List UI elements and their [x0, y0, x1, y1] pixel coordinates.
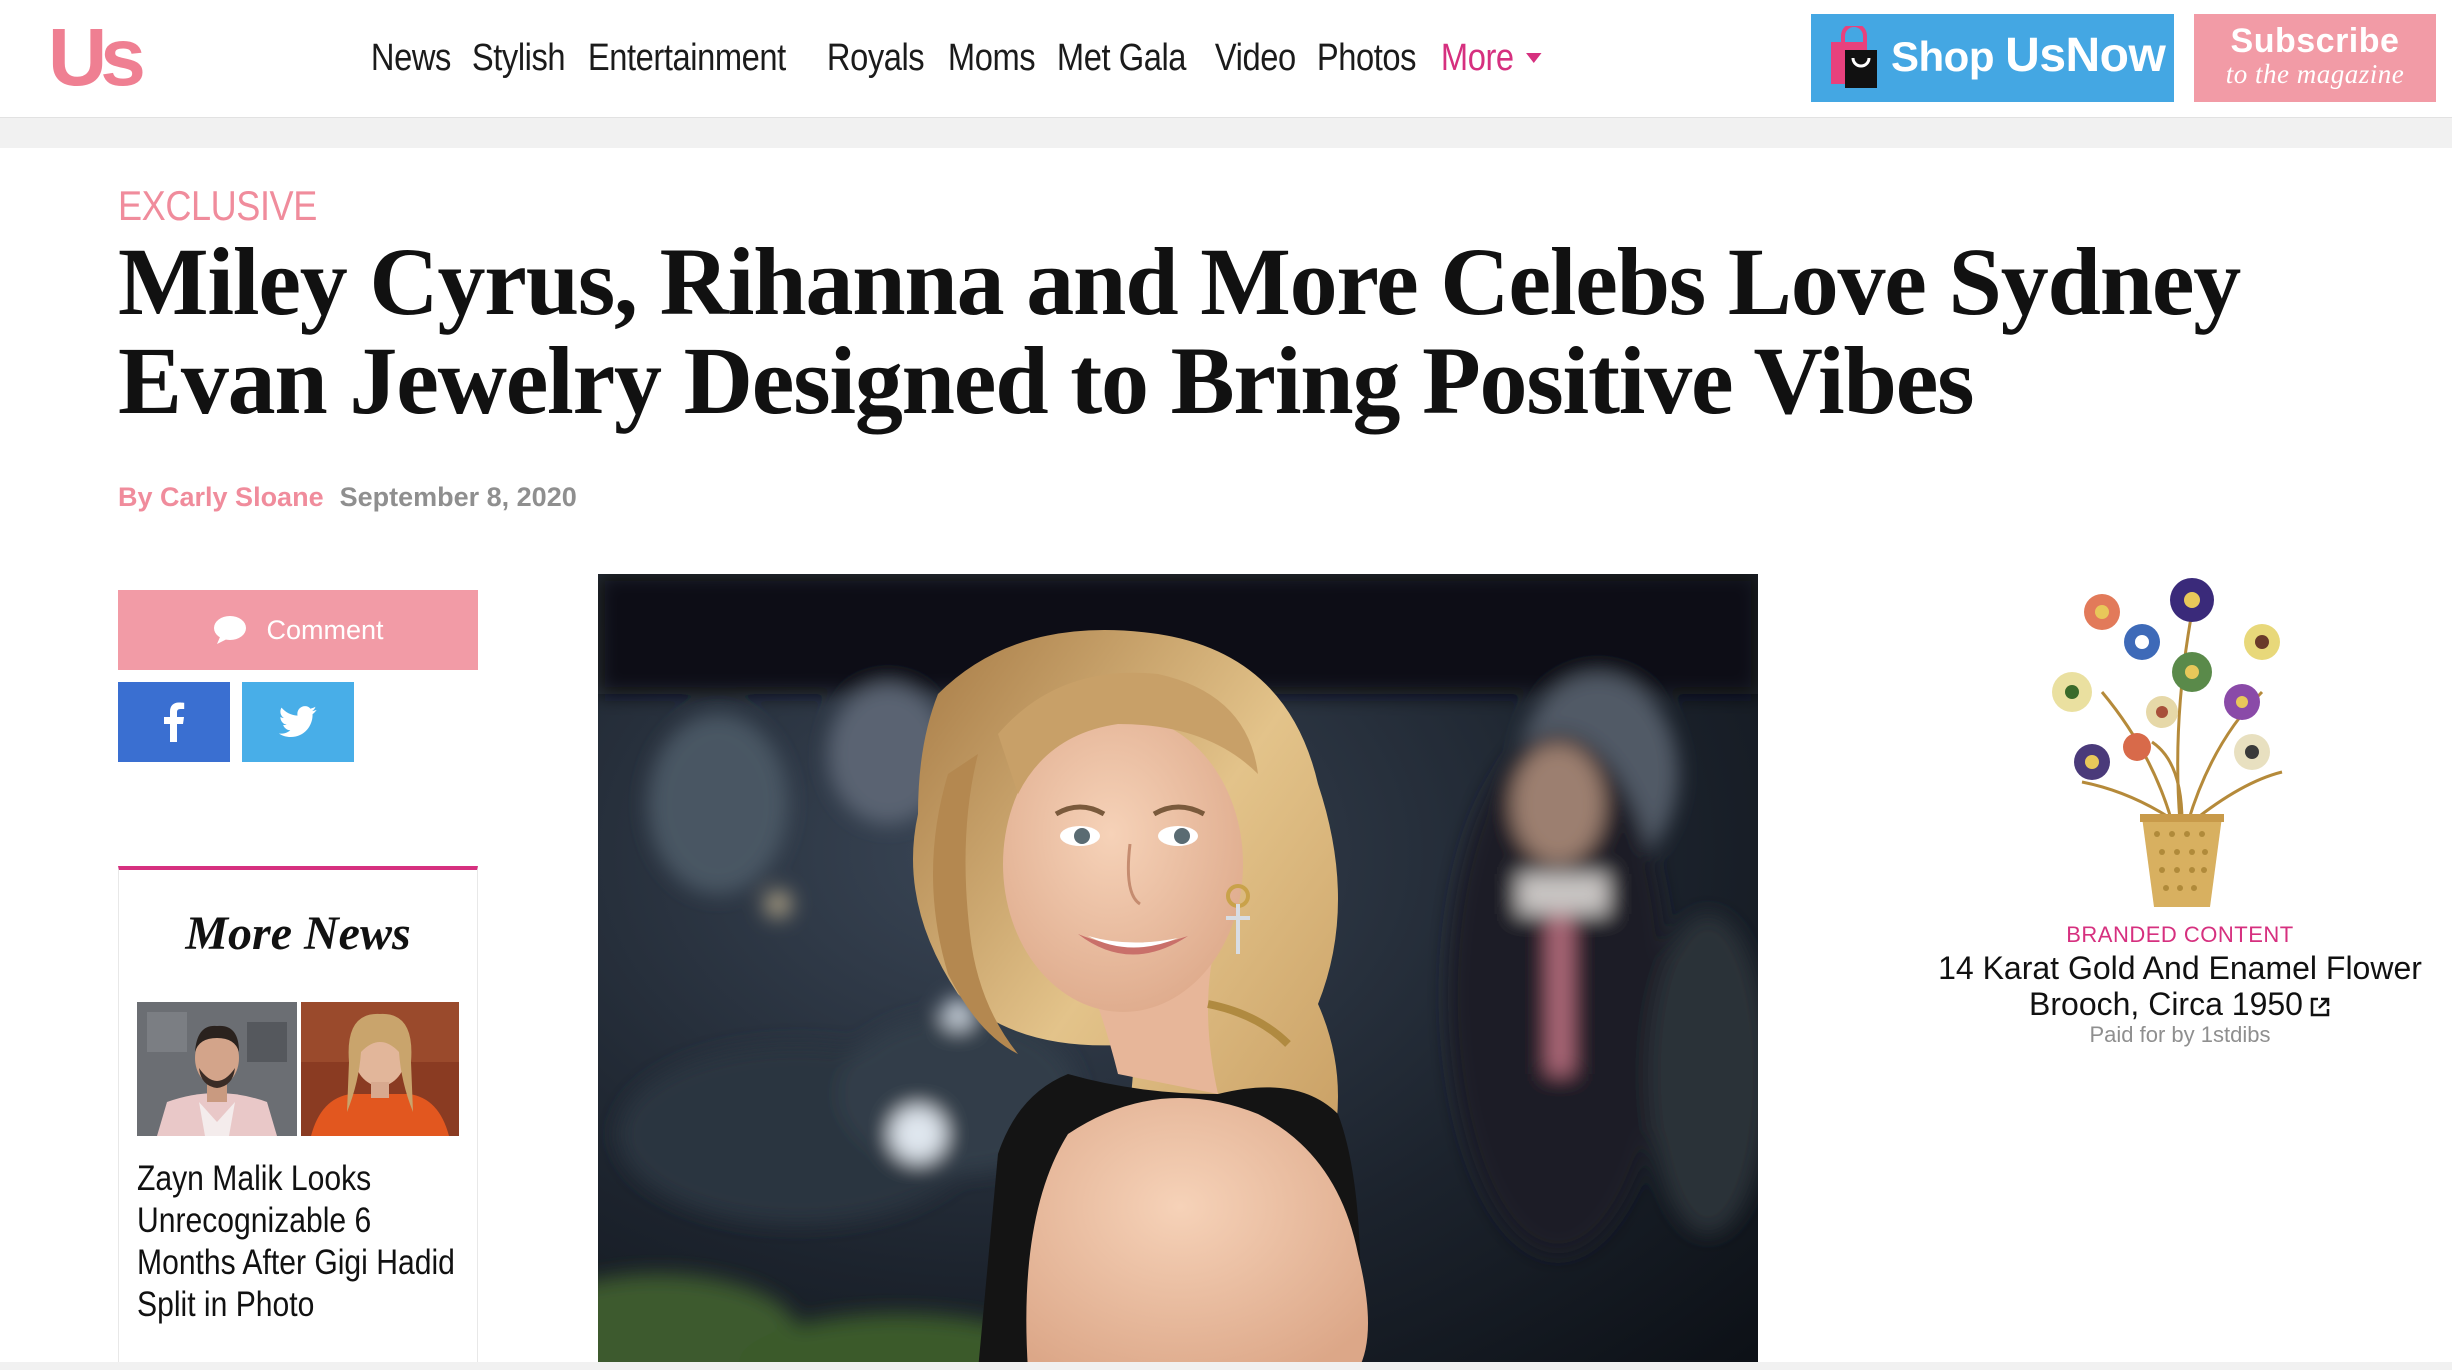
subscribe-label: Subscribe: [2230, 22, 2400, 60]
twitter-share-button[interactable]: [242, 682, 354, 762]
facebook-icon: [164, 702, 185, 742]
nav-item-royals[interactable]: Royals: [814, 37, 937, 80]
flower-brooch-image: [2052, 578, 2283, 907]
more-news-widget: More News Zayn Malik Looks Unrecognizabl…: [118, 866, 478, 1370]
nav-item-news[interactable]: News: [358, 37, 464, 80]
external-link-icon: [2310, 997, 2330, 1016]
shop-usnow-button[interactable]: Shop UsNow: [1811, 14, 2174, 102]
nav-item-photos[interactable]: Photos: [1304, 37, 1429, 80]
nav-item-video[interactable]: Video: [1202, 37, 1309, 80]
speech-bubble-icon: [214, 616, 247, 644]
article-kicker[interactable]: EXCLUSIVE: [118, 182, 317, 230]
news-thumbnail-left[interactable]: [137, 1002, 297, 1136]
publish-date: September 8, 2020: [339, 482, 577, 512]
more-news-item-title[interactable]: Zayn Malik Looks Unrecognizable 6 Months…: [137, 1158, 461, 1326]
main-nav: News Stylish Entertainment Royals Moms M…: [358, 30, 1552, 86]
nav-item-stylish[interactable]: Stylish: [459, 37, 578, 80]
article-headline: Miley Cyrus, Rihanna and More Celebs Lov…: [118, 228, 2241, 434]
shopping-bag-icon: [1831, 26, 1877, 88]
nav-item-entertainment[interactable]: Entertainment: [575, 37, 799, 80]
us-logo[interactable]: Us: [48, 16, 152, 100]
article-hero-image[interactable]: [598, 574, 1758, 1370]
comment-button[interactable]: Comment: [118, 590, 478, 670]
branded-content-label: BRANDED CONTENT: [2066, 922, 2294, 947]
author-link[interactable]: By Carly Sloane: [118, 482, 324, 513]
site-header: Us News Stylish Entertainment Royals Mom…: [0, 0, 2452, 118]
twitter-bird-icon: [278, 706, 317, 738]
page-bottom-band: [0, 1362, 2452, 1370]
man-portrait-image: [137, 1002, 297, 1136]
nav-item-moms[interactable]: Moms: [935, 37, 1048, 80]
news-thumbnail-right[interactable]: [301, 1002, 459, 1136]
brooch-ad-image[interactable]: [2042, 572, 2318, 912]
woman-portrait-image: [301, 1002, 459, 1136]
comment-label: Comment: [266, 614, 384, 645]
hero-photo: [598, 574, 1758, 1370]
more-news-title: More News: [185, 907, 411, 960]
nav-more-label: More: [1440, 36, 1514, 79]
nav-more-dropdown[interactable]: More: [1428, 37, 1554, 80]
subscribe-button[interactable]: Subscribe to the magazine: [2194, 14, 2436, 102]
header-divider-band: [0, 118, 2452, 148]
article-byline: By Carly Sloane September 8, 2020: [118, 482, 577, 513]
facebook-share-button[interactable]: [118, 682, 230, 762]
ad-title-link[interactable]: 14 Karat Gold And Enamel Flower Brooch, …: [1900, 950, 2452, 1022]
shop-usnow-label: Shop UsNow: [1891, 29, 2166, 82]
nav-item-met-gala[interactable]: Met Gala: [1044, 37, 1199, 80]
subscribe-sublabel: to the magazine: [2225, 59, 2405, 89]
caret-down-icon: [1525, 53, 1541, 63]
ad-sponsor-label: Paid for by 1stdibs: [2089, 1022, 2271, 1047]
